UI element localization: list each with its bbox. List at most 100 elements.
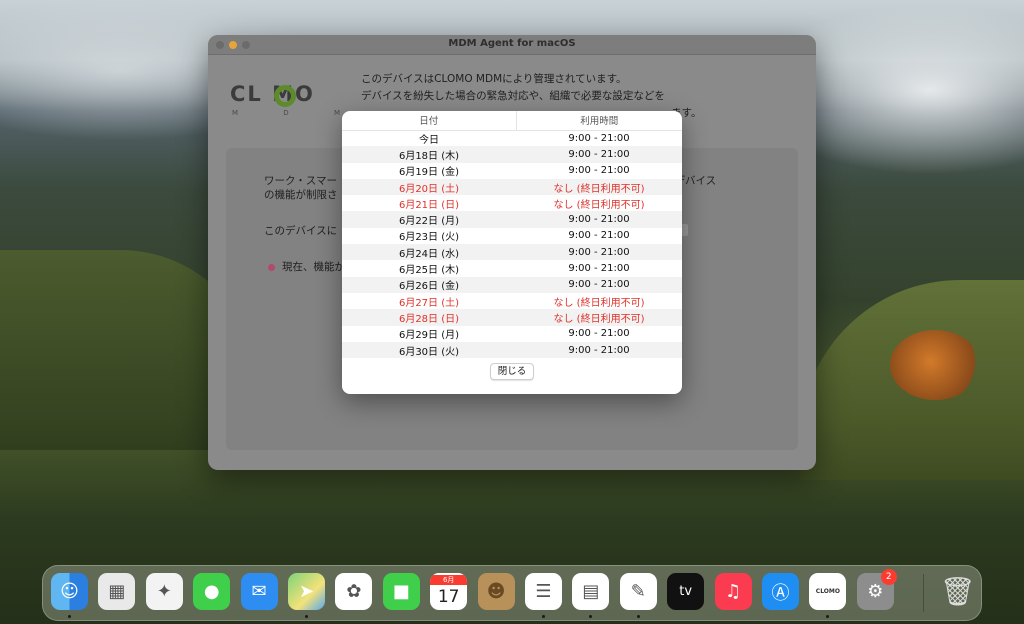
photos-icon-glyph: ✿ xyxy=(346,581,362,602)
usage-schedule-dialog: 日付 利用時間 今日 9:00 - 21:00 6月18日 (木) 9:00 - 21… xyxy=(342,111,682,394)
row-time: なし (終日利用不可) xyxy=(516,309,682,326)
dock-running-indicator xyxy=(589,615,593,618)
table-row: 6月20日 (土) なし (終日利用不可) xyxy=(342,178,682,196)
launchpad-icon[interactable]: ▦ xyxy=(98,573,136,610)
dock-running-indicator xyxy=(826,615,830,618)
safari-icon-glyph: ✦ xyxy=(156,581,172,602)
row-date: 今日 xyxy=(419,134,439,146)
notes-icon[interactable]: ▤ xyxy=(572,573,610,610)
table-row: 今日 9:00 - 21:00 xyxy=(342,130,682,146)
row-date: 6月18日 (木) xyxy=(342,146,516,163)
launchpad-icon-glyph: ▦ xyxy=(108,581,126,602)
row-date: 6月28日 (日) xyxy=(342,309,516,326)
row-time: 9:00 - 21:00 xyxy=(568,328,630,340)
dock: ☺ ▦ ✦ ● ✉ ➤ ✿ ■ 6月 17 ☻ ☰ ▤ ✎ tv ♫ Ⓐ CLOMO ⚙ 2 🗑 xyxy=(42,565,982,621)
system-settings-icon-glyph: ⚙ xyxy=(867,581,884,602)
trash-icon-glyph: 🗑 xyxy=(939,575,976,608)
row-date: 6月19日 (金) xyxy=(398,167,460,179)
table-row: 6月24日 (水) 9:00 - 21:00 xyxy=(342,244,682,261)
row-time: 9:00 - 21:00 xyxy=(516,341,682,359)
row-date: 6月22日 (月) xyxy=(342,211,516,228)
music-icon-glyph: ♫ xyxy=(725,581,742,602)
clomo-logo: CL MO M D M xyxy=(230,82,340,122)
mail-icon[interactable]: ✉ xyxy=(240,573,278,610)
messages-icon[interactable]: ● xyxy=(193,573,231,610)
row-time: なし (終日利用不可) xyxy=(553,199,645,211)
finder-icon[interactable]: ☺ xyxy=(51,573,88,610)
table-row: 6月19日 (金) 9:00 - 21:00 xyxy=(342,163,682,179)
clomo-logo-sub-m2: M xyxy=(333,109,340,117)
wallpaper-autumn-tree xyxy=(890,330,980,400)
status-dot-icon xyxy=(268,264,275,271)
clomo-logo-sub-m1: M xyxy=(232,109,239,117)
finder-icon-glyph: ☺ xyxy=(60,581,79,602)
row-date: 6月26日 (金) xyxy=(342,276,516,293)
table-row: 6月21日 (日) なし (終日利用不可) xyxy=(342,195,682,211)
table-row: 6月25日 (木) 9:00 - 21:00 xyxy=(342,260,682,276)
row-time: 9:00 - 21:00 xyxy=(516,211,682,228)
table-row: 6月30日 (火) 9:00 - 21:00 xyxy=(342,341,682,359)
window-titlebar[interactable]: MDM Agent for macOS xyxy=(208,35,816,55)
clomo-agent-icon[interactable]: CLOMO xyxy=(809,573,847,610)
mail-icon-glyph: ✉ xyxy=(251,581,267,602)
table-row: 6月28日 (日) なし (終日利用不可) xyxy=(342,309,682,326)
reminders-icon[interactable]: ☰ xyxy=(525,573,562,610)
photos-icon[interactable]: ✿ xyxy=(335,573,373,610)
row-time: 9:00 - 21:00 xyxy=(568,263,630,275)
maps-icon[interactable]: ➤ xyxy=(288,573,325,610)
messages-icon-glyph: ● xyxy=(203,581,220,602)
row-time: 9:00 - 21:00 xyxy=(568,165,630,177)
row-time: なし (終日利用不可) xyxy=(516,178,682,196)
dock-running-indicator xyxy=(305,615,308,618)
row-date: 6月23日 (火) xyxy=(398,232,460,244)
row-date: 6月29日 (月) xyxy=(398,330,460,342)
dock-running-indicator xyxy=(68,615,71,618)
table-row: 6月22日 (月) 9:00 - 21:00 xyxy=(342,211,682,228)
row-time: 9:00 - 21:00 xyxy=(516,146,682,163)
usage-schedule-table: 日付 利用時間 今日 9:00 - 21:00 6月18日 (木) 9:00 - 21… xyxy=(342,111,682,359)
table-row: 6月23日 (火) 9:00 - 21:00 xyxy=(342,228,682,244)
row-date: 6月27日 (土) xyxy=(398,297,460,309)
clomo-logo-sub-d: D xyxy=(283,109,289,117)
calendar-icon[interactable]: 6月 17 xyxy=(430,573,468,610)
freeform-icon-glyph: ✎ xyxy=(630,581,646,602)
row-time: 9:00 - 21:00 xyxy=(568,230,630,242)
clomo-logo-subtext: M D M xyxy=(232,109,340,117)
table-header-row: 日付 利用時間 xyxy=(342,111,682,131)
intro-line-1: このデバイスはCLOMO MDMにより管理されています。 xyxy=(361,73,627,85)
dock-running-indicator xyxy=(542,615,545,618)
app-store-icon[interactable]: Ⓐ xyxy=(762,573,799,610)
safari-icon[interactable]: ✦ xyxy=(145,573,183,610)
clomo-logo-ring xyxy=(274,85,296,107)
table-row: 6月26日 (金) 9:00 - 21:00 xyxy=(342,276,682,293)
table-row: 6月18日 (木) 9:00 - 21:00 xyxy=(342,146,682,163)
dock-separator xyxy=(923,574,924,612)
window-title: MDM Agent for macOS xyxy=(448,38,576,49)
reminders-icon-glyph: ☰ xyxy=(535,581,552,602)
contacts-icon[interactable]: ☻ xyxy=(477,573,515,610)
facetime-icon-glyph: ■ xyxy=(392,581,410,602)
close-button[interactable]: 閉じる xyxy=(490,363,534,380)
apple-tv-icon-label: tv xyxy=(679,584,693,599)
row-time: 9:00 - 21:00 xyxy=(516,244,682,261)
row-date: 6月21日 (日) xyxy=(398,199,460,211)
calendar-icon-day: 17 xyxy=(437,586,460,607)
clomo-agent-icon-label: CLOMO xyxy=(815,588,840,595)
maps-icon-glyph: ➤ xyxy=(298,581,315,602)
column-header-date: 日付 xyxy=(342,111,517,131)
music-icon[interactable]: ♫ xyxy=(714,573,752,610)
contacts-icon-glyph: ☻ xyxy=(486,581,506,602)
row-date: 6月30日 (火) xyxy=(342,341,516,359)
freeform-icon[interactable]: ✎ xyxy=(619,573,657,610)
row-date: 6月24日 (水) xyxy=(342,244,516,261)
app-store-icon-glyph: Ⓐ xyxy=(771,582,790,604)
clomo-logo-text: CL MO xyxy=(230,82,315,106)
row-date: 6月20日 (土) xyxy=(342,178,516,196)
apple-tv-icon[interactable]: tv xyxy=(667,573,705,610)
facetime-icon[interactable]: ■ xyxy=(382,573,420,610)
row-time: なし (終日利用不可) xyxy=(553,297,645,309)
trash-icon[interactable]: 🗑 xyxy=(939,573,976,610)
dock-running-indicator xyxy=(636,615,640,618)
calendar-icon-month: 6月 xyxy=(430,574,468,585)
settings-notification-badge: 2 xyxy=(880,569,897,585)
